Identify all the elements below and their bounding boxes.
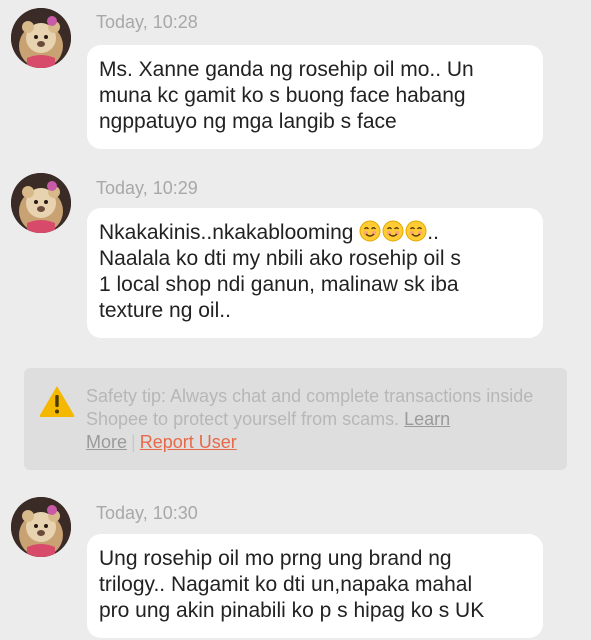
chat-message: Today, 10:28 Ms. Xanne ganda ng rosehip …	[0, 0, 591, 160]
safety-tip-banner: Safety tip: Always chat and complete tra…	[24, 368, 567, 470]
avatar[interactable]	[11, 8, 71, 68]
chat-message: Today, 10:29 Nkakakinis..nkakablooming .…	[0, 170, 591, 350]
message-text-part: ..	[427, 221, 439, 244]
message-timestamp: Today, 10:30	[96, 503, 198, 523]
chat-message: Today, 10:30 Ung rosehip oil mo prng ung…	[0, 490, 591, 640]
avatar[interactable]	[11, 173, 71, 233]
safety-tip-message: Safety tip: Always chat and complete tra…	[86, 386, 534, 429]
smiling-face-emoji	[405, 220, 427, 242]
safety-tip-text: Safety tip: Always chat and complete tra…	[86, 385, 556, 454]
message-bubble[interactable]: Nkakakinis..nkakablooming .. Naalala ko …	[87, 208, 543, 338]
avatar[interactable]	[11, 497, 71, 557]
message-timestamp: Today, 10:28	[96, 12, 198, 32]
message-timestamp: Today, 10:29	[96, 178, 198, 198]
report-user-link[interactable]: Report User	[140, 432, 237, 452]
message-text: Nkakakinis..nkakablooming .. Naalala ko …	[99, 220, 531, 324]
smiling-face-emoji	[382, 220, 404, 242]
message-bubble[interactable]: Ung rosehip oil mo prng ung brand ng tri…	[87, 534, 543, 638]
message-bubble[interactable]: Ms. Xanne ganda ng rosehip oil mo.. Un m…	[87, 45, 543, 149]
link-separator: |	[131, 432, 136, 452]
smiling-face-emoji-group	[359, 220, 427, 242]
message-text: Ms. Xanne ganda ng rosehip oil mo.. Un m…	[99, 58, 474, 133]
warning-icon	[39, 386, 75, 417]
smiling-face-emoji	[359, 220, 381, 242]
message-text-part: Nkakakinis..nkakablooming	[99, 221, 360, 244]
message-text-part: Naalala ko dti my nbili ako rosehip oil …	[99, 247, 461, 322]
message-text: Ung rosehip oil mo prng ung brand ng tri…	[99, 547, 485, 622]
